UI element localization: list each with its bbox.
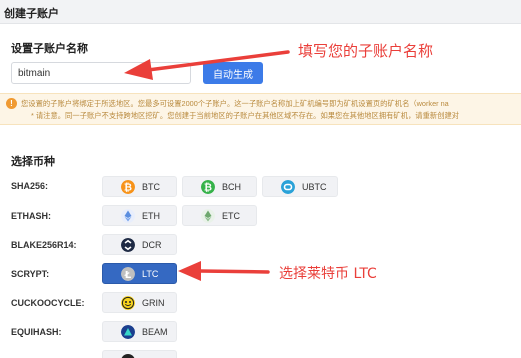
coin-option-ubtc[interactable]: UBTC [262, 176, 338, 197]
coin-option-ltc[interactable]: Ł LTC [102, 263, 177, 284]
coin-label: ETH [142, 211, 160, 221]
notice-line-2: * 请注意。同一子账户不支持跨地区挖矿。您创建于当前地区的子账户在其他区域不存在… [31, 111, 460, 120]
algo-label-sha256: SHA256: [11, 181, 49, 191]
coin-option-grin[interactable]: GRIN [102, 292, 177, 313]
coin-option-btc[interactable]: ₿ BTC [102, 176, 177, 197]
coin-label: UBTC [302, 182, 327, 192]
coin-option-partial[interactable] [102, 350, 177, 358]
coin-option-eth[interactable]: ETH [102, 205, 177, 226]
algo-label-scrypt: SCRYPT: [11, 269, 50, 279]
svg-text:Ł: Ł [124, 270, 132, 281]
ltc-annotation-arrow [178, 261, 270, 281]
coin-label: BEAM [142, 327, 168, 337]
coin-label: BCH [222, 182, 242, 192]
ltc-annotation-text: 选择莱特币 LTC [279, 266, 377, 282]
svg-text:₿: ₿ [124, 182, 132, 194]
name-annotation-text: 填写您的子账户名称 [298, 42, 434, 60]
warning-icon: ! [6, 98, 17, 109]
litecoin-icon: Ł [121, 267, 135, 281]
coin-option-bch[interactable]: ₿ BCH [182, 176, 257, 197]
ubtc-icon [281, 180, 295, 194]
coin-section-title: 选择币种 [11, 156, 55, 168]
ethereum-classic-icon [201, 209, 215, 223]
coin-option-beam[interactable]: BEAM [102, 321, 177, 342]
coin-option-etc[interactable]: ETC [182, 205, 257, 226]
algo-label-ethash: ETHASH: [11, 211, 51, 221]
coin-label: ETC [222, 211, 240, 221]
algo-label-cuckoocycle: CUCKOOCYCLE: [11, 298, 85, 308]
decred-icon [121, 238, 135, 252]
beam-icon [121, 325, 135, 339]
notice-banner: ! 您设置的子账户将绑定于所选地区。您最多可设置2000个子账户。这一子账户名称… [0, 93, 521, 125]
coin-label: DCR [142, 240, 162, 250]
coin-label: GRIN [142, 298, 165, 308]
grin-icon [121, 296, 135, 310]
bitcoin-icon: ₿ [121, 180, 135, 194]
notice-line-1: 您设置的子账户将绑定于所选地区。您最多可设置2000个子账户。这一子账户名称加上… [21, 99, 449, 108]
coin-icon-partial [121, 354, 135, 358]
ethereum-icon [121, 209, 135, 223]
coin-label: BTC [142, 182, 160, 192]
name-annotation-arrow [124, 50, 290, 80]
coin-label: LTC [142, 269, 159, 279]
coin-option-dcr[interactable]: DCR [102, 234, 177, 255]
algo-label-blake256r14: BLAKE256R14: [11, 240, 77, 250]
algo-label-equihash: EQUIHASH: [11, 327, 62, 337]
bitcoin-cash-icon: ₿ [201, 180, 215, 194]
svg-text:₿: ₿ [204, 182, 212, 194]
